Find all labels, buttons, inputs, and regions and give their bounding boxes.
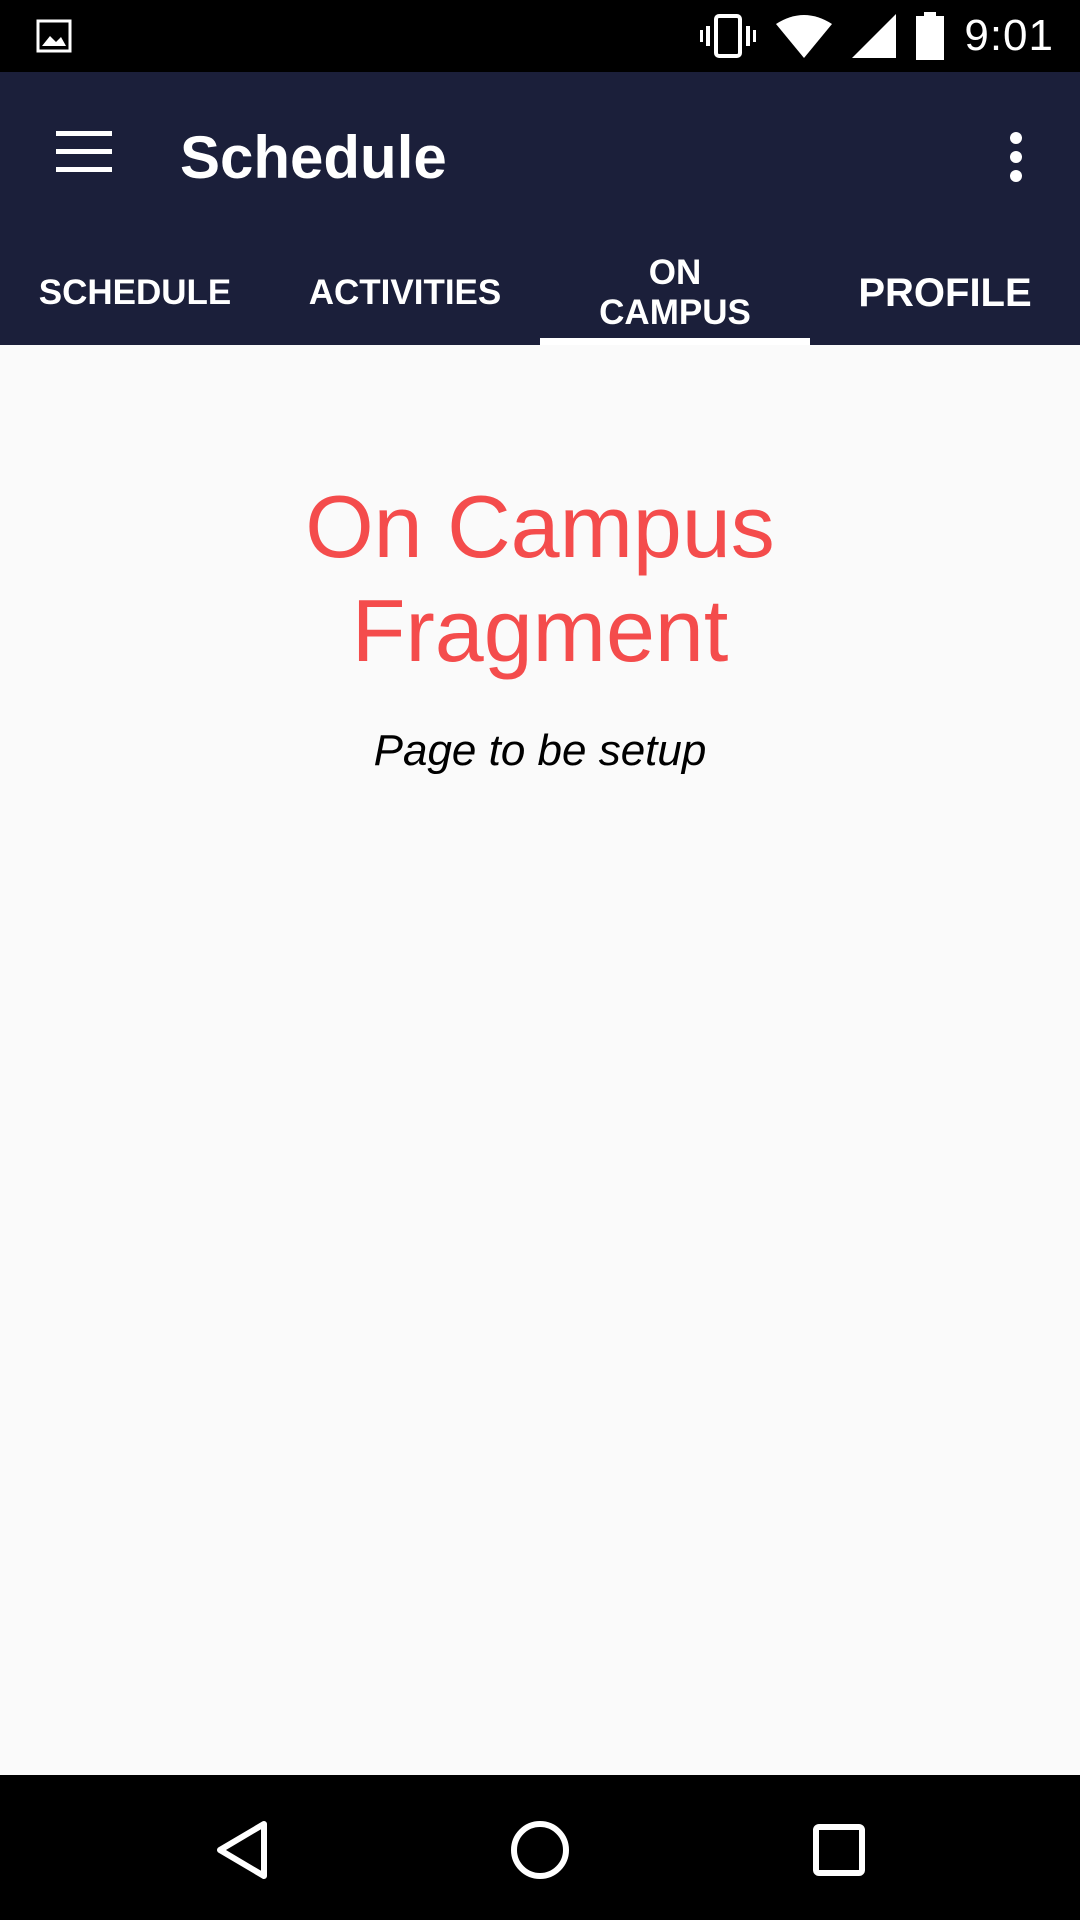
- battery-icon: [916, 12, 945, 60]
- back-icon: [217, 1821, 267, 1879]
- navigation-drawer-button[interactable]: [44, 112, 124, 192]
- tab-on-campus[interactable]: ON CAMPUS: [540, 240, 810, 345]
- more-vert-icon: [1010, 132, 1022, 182]
- tab-profile[interactable]: PROFILE: [810, 240, 1080, 345]
- tab-label: ON CAMPUS: [599, 252, 751, 332]
- vibrate-icon: [700, 14, 757, 58]
- gallery-icon: [36, 19, 72, 53]
- home-icon: [511, 1821, 569, 1879]
- tab-schedule[interactable]: SCHEDULE: [0, 240, 270, 345]
- back-button[interactable]: [187, 1795, 297, 1905]
- status-bar: 9:01: [0, 0, 1080, 72]
- wifi-icon: [776, 15, 833, 58]
- home-button[interactable]: [485, 1795, 595, 1905]
- system-navigation-bar: [0, 1775, 1080, 1920]
- recents-icon: [813, 1824, 865, 1876]
- tab-label: SCHEDULE: [38, 272, 232, 312]
- page-title: Schedule: [180, 124, 447, 191]
- status-icons: 9:01: [700, 0, 1054, 72]
- fragment-subtext: Page to be setup: [373, 726, 707, 775]
- clock: 9:01: [964, 11, 1054, 60]
- content-area: On Campus Fragment Page to be setup: [0, 345, 1080, 1775]
- overflow-menu-button[interactable]: [980, 112, 1052, 202]
- tab-label: ACTIVITIES: [308, 272, 502, 312]
- tab-label: PROFILE: [858, 270, 1032, 315]
- tab-activities[interactable]: ACTIVITIES: [270, 240, 540, 345]
- tab-bar: SCHEDULE ACTIVITIES ON CAMPUS PROFILE: [0, 240, 1080, 345]
- recents-button[interactable]: [784, 1795, 894, 1905]
- fragment-heading: On Campus Fragment: [305, 477, 775, 680]
- hamburger-menu-icon: [56, 131, 112, 172]
- signal-icon: [852, 14, 897, 58]
